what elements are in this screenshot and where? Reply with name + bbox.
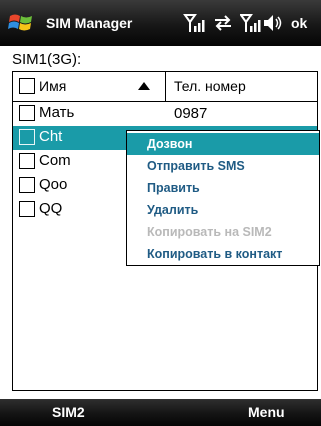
menu-item-copy-to-sim2: Копировать на SIM2	[147, 225, 272, 239]
sync-arrows-icon[interactable]	[212, 12, 234, 34]
menu-item-edit[interactable]: Править	[127, 177, 319, 199]
contact-name: Cht	[39, 128, 63, 145]
menu-item-copy-to-contact[interactable]: Копировать в контакт	[127, 243, 319, 265]
windows-flag-icon[interactable]	[8, 10, 34, 36]
softkey-right-menu[interactable]: Menu	[248, 404, 285, 420]
sort-ascending-icon	[138, 82, 150, 90]
menu-item-dial[interactable]: Дозвон	[127, 133, 319, 155]
row-checkbox[interactable]	[19, 177, 35, 193]
sim-section-label: SIM1(3G):	[12, 51, 82, 68]
contact-name: Qoo	[39, 176, 68, 193]
speaker-icon[interactable]	[262, 12, 284, 34]
column-header-phone[interactable]: Тел. номер	[166, 72, 317, 101]
menu-item-send-sms[interactable]: Отправить SMS	[127, 155, 319, 177]
row-checkbox[interactable]	[19, 201, 35, 217]
row-checkbox[interactable]	[19, 105, 35, 121]
column-name-label: Имя	[39, 78, 67, 94]
contact-name: Com	[39, 152, 71, 169]
softkey-left-sim2[interactable]: SIM2	[52, 404, 85, 420]
menu-item-delete[interactable]: Удалить	[127, 199, 319, 221]
signal-3g-icon[interactable]	[183, 12, 205, 34]
column-phone-label: Тел. номер	[174, 78, 246, 94]
contact-name: Мать	[39, 104, 75, 121]
row-checkbox[interactable]	[19, 129, 35, 145]
signal-icon[interactable]	[240, 12, 262, 34]
contact-phone: 0987	[174, 105, 208, 122]
table-row[interactable]: Мать 0987	[13, 102, 317, 126]
contact-name: QQ	[39, 200, 63, 217]
context-menu: Дозвон Отправить SMS Править Удалить Коп…	[126, 130, 320, 266]
ok-button[interactable]: ok	[291, 15, 307, 31]
row-checkbox[interactable]	[19, 153, 35, 169]
list-header: Имя Тел. номер	[13, 72, 317, 102]
column-header-name[interactable]: Имя	[13, 72, 166, 101]
title-bar: SIM Manager ok	[0, 0, 321, 46]
select-all-checkbox[interactable]	[19, 78, 35, 94]
softkey-bar: SIM2 Menu	[0, 399, 321, 426]
app-title: SIM Manager	[46, 15, 133, 31]
